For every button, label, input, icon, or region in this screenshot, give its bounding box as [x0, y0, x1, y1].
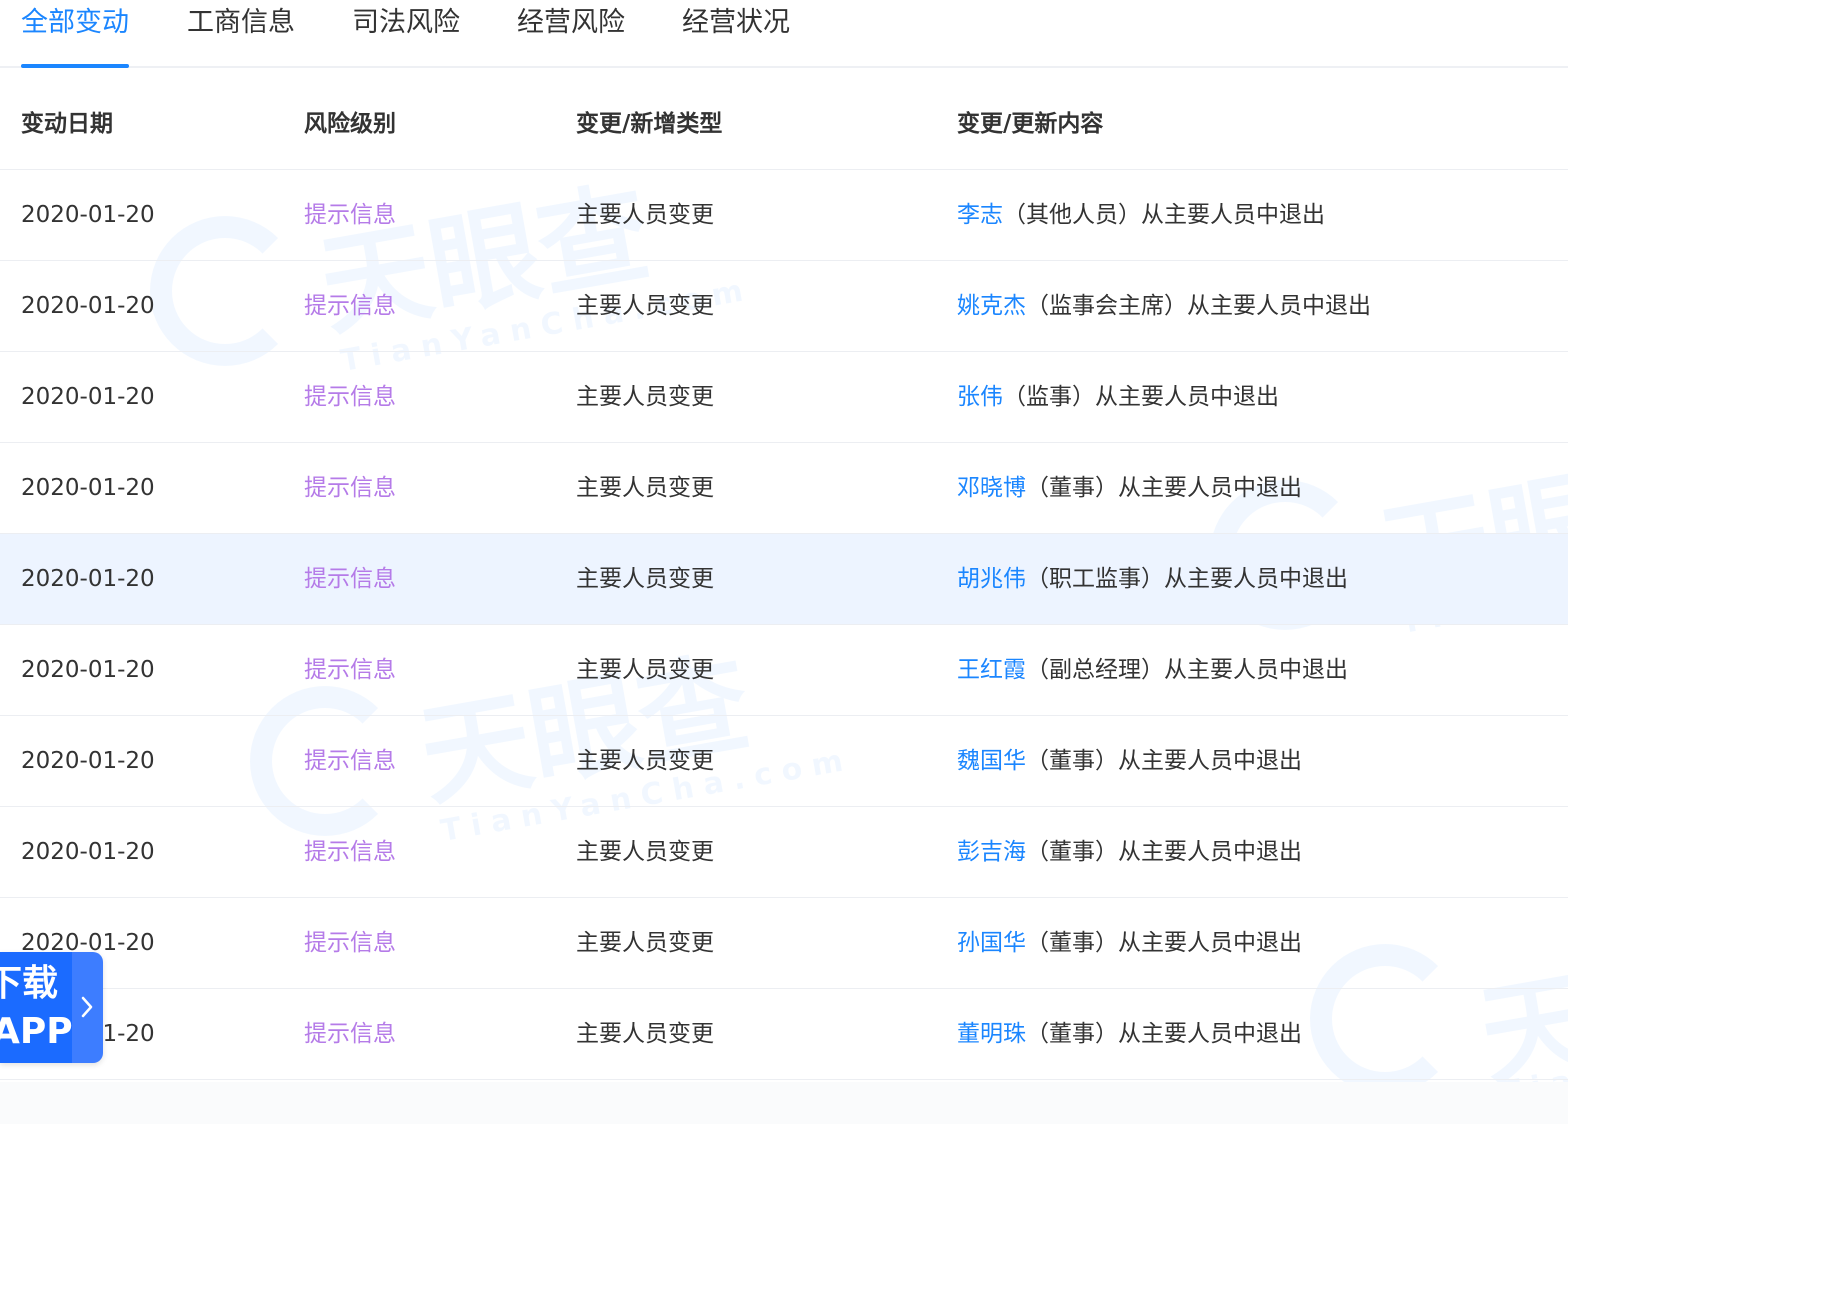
download-app-button[interactable]: 下载 APP: [0, 952, 103, 1063]
table-row: 2020-01-20 提示信息 主要人员变更 李志（其他人员）从主要人员中退出: [0, 170, 1568, 261]
table-row: 2020-01-20 提示信息 主要人员变更 孙国华（董事）从主要人员中退出: [0, 898, 1568, 989]
cell-date: 2020-01-20: [21, 293, 155, 319]
risk-level-link[interactable]: 提示信息: [304, 534, 396, 624]
table-row: 2020-01-20 提示信息 主要人员变更 邓晓博（董事）从主要人员中退出: [0, 443, 1568, 534]
cell-change-content: 孙国华（董事）从主要人员中退出: [957, 898, 1302, 988]
cell-change-content: 张伟（监事）从主要人员中退出: [957, 352, 1279, 442]
cell-change-content: 胡兆伟（职工监事）从主要人员中退出: [957, 534, 1348, 624]
cell-change-type: 主要人员变更: [576, 930, 714, 956]
cell-date: 2020-01-20: [21, 475, 155, 501]
person-name-link[interactable]: 董明珠: [957, 1021, 1026, 1047]
risk-level-link[interactable]: 提示信息: [304, 716, 396, 806]
change-detail: （董事）从主要人员中退出: [1026, 475, 1302, 501]
risk-level-link[interactable]: 提示信息: [304, 898, 396, 988]
table-header: 变动日期 风险级别 变更/新增类型 变更/更新内容: [0, 68, 1568, 170]
risk-level-link[interactable]: 提示信息: [304, 989, 396, 1079]
cell-change-type: 主要人员变更: [576, 1021, 714, 1047]
cell-date: 2020-01-20: [21, 566, 155, 592]
table-row-hovered: 2020-01-20 提示信息 主要人员变更 胡兆伟（职工监事）从主要人员中退出: [0, 534, 1568, 625]
person-name-link[interactable]: 张伟: [957, 384, 1003, 410]
header-change-content: 变更/更新内容: [957, 111, 1104, 137]
change-detail: （职工监事）从主要人员中退出: [1026, 566, 1348, 592]
cell-date: 2020-01-20: [21, 839, 155, 865]
person-name-link[interactable]: 彭吉海: [957, 839, 1026, 865]
table-row: 2020-01-20 提示信息 主要人员变更 姚克杰（监事会主席）从主要人员中退…: [0, 261, 1568, 352]
person-name-link[interactable]: 王红霞: [957, 657, 1026, 683]
change-detail: （其他人员）从主要人员中退出: [1003, 202, 1325, 228]
cell-change-type: 主要人员变更: [576, 475, 714, 501]
header-change-type: 变更/新增类型: [576, 111, 723, 137]
change-detail: （监事）从主要人员中退出: [1003, 384, 1279, 410]
table-body: 2020-01-20 提示信息 主要人员变更 李志（其他人员）从主要人员中退出 …: [0, 170, 1568, 1080]
table-row: 2020-01-20 提示信息 主要人员变更 董明珠（董事）从主要人员中退出: [0, 989, 1568, 1080]
cell-change-type: 主要人员变更: [576, 566, 714, 592]
risk-level-link[interactable]: 提示信息: [304, 170, 396, 260]
cell-date: 2020-01-20: [21, 657, 155, 683]
risk-level-link[interactable]: 提示信息: [304, 807, 396, 897]
tab-judicial-risk[interactable]: 司法风险: [352, 0, 460, 66]
person-name-link[interactable]: 胡兆伟: [957, 566, 1026, 592]
cell-change-type: 主要人员变更: [576, 293, 714, 319]
table-row: 2020-01-20 提示信息 主要人员变更 王红霞（副总经理）从主要人员中退出: [0, 625, 1568, 716]
cell-change-content: 王红霞（副总经理）从主要人员中退出: [957, 625, 1348, 715]
cell-change-content: 董明珠（董事）从主要人员中退出: [957, 989, 1302, 1079]
tab-business-info[interactable]: 工商信息: [187, 0, 295, 66]
tab-bar: 全部变动 工商信息 司法风险 经营风险 经营状况: [0, 0, 1568, 68]
change-detail: （董事）从主要人员中退出: [1026, 930, 1302, 956]
cell-change-content: 李志（其他人员）从主要人员中退出: [957, 170, 1325, 260]
person-name-link[interactable]: 邓晓博: [957, 475, 1026, 501]
person-name-link[interactable]: 孙国华: [957, 930, 1026, 956]
change-detail: （董事）从主要人员中退出: [1026, 839, 1302, 865]
table-row: 2020-01-20 提示信息 主要人员变更 魏国华（董事）从主要人员中退出: [0, 716, 1568, 807]
change-detail: （副总经理）从主要人员中退出: [1026, 657, 1348, 683]
download-app-line1: 下载: [0, 963, 59, 1004]
page-bottom-area: [0, 1082, 1568, 1124]
person-name-link[interactable]: 姚克杰: [957, 293, 1026, 319]
risk-level-link[interactable]: 提示信息: [304, 352, 396, 442]
cell-change-type: 主要人员变更: [576, 748, 714, 774]
cell-date: 2020-01-20: [21, 384, 155, 410]
header-risk-level: 风险级别: [304, 111, 396, 137]
cell-date: 2020-01-20: [21, 202, 155, 228]
table-row: 2020-01-20 提示信息 主要人员变更 彭吉海（董事）从主要人员中退出: [0, 807, 1568, 898]
download-app-line2: APP: [0, 1011, 73, 1052]
change-detail: （董事）从主要人员中退出: [1026, 1021, 1302, 1047]
header-change-date: 变动日期: [21, 111, 113, 137]
tab-operating-risk[interactable]: 经营风险: [517, 0, 625, 66]
cell-change-content: 彭吉海（董事）从主要人员中退出: [957, 807, 1302, 897]
cell-change-type: 主要人员变更: [576, 202, 714, 228]
cell-change-content: 魏国华（董事）从主要人员中退出: [957, 716, 1302, 806]
chevron-right-icon: [81, 996, 93, 1018]
cell-date: 2020-01-20: [21, 748, 155, 774]
person-name-link[interactable]: 魏国华: [957, 748, 1026, 774]
risk-level-link[interactable]: 提示信息: [304, 443, 396, 533]
change-detail: （董事）从主要人员中退出: [1026, 748, 1302, 774]
download-app-label-panel: 下载 APP: [0, 952, 73, 1063]
cell-change-content: 邓晓博（董事）从主要人员中退出: [957, 443, 1302, 533]
cell-change-type: 主要人员变更: [576, 384, 714, 410]
tab-all-changes[interactable]: 全部变动: [21, 0, 129, 68]
cell-change-content: 姚克杰（监事会主席）从主要人员中退出: [957, 261, 1371, 351]
tab-operating-status[interactable]: 经营状况: [682, 0, 790, 66]
risk-level-link[interactable]: 提示信息: [304, 625, 396, 715]
cell-change-type: 主要人员变更: [576, 839, 714, 865]
cell-change-type: 主要人员变更: [576, 657, 714, 683]
change-detail: （监事会主席）从主要人员中退出: [1026, 293, 1371, 319]
person-name-link[interactable]: 李志: [957, 202, 1003, 228]
table-row: 2020-01-20 提示信息 主要人员变更 张伟（监事）从主要人员中退出: [0, 352, 1568, 443]
risk-level-link[interactable]: 提示信息: [304, 261, 396, 351]
